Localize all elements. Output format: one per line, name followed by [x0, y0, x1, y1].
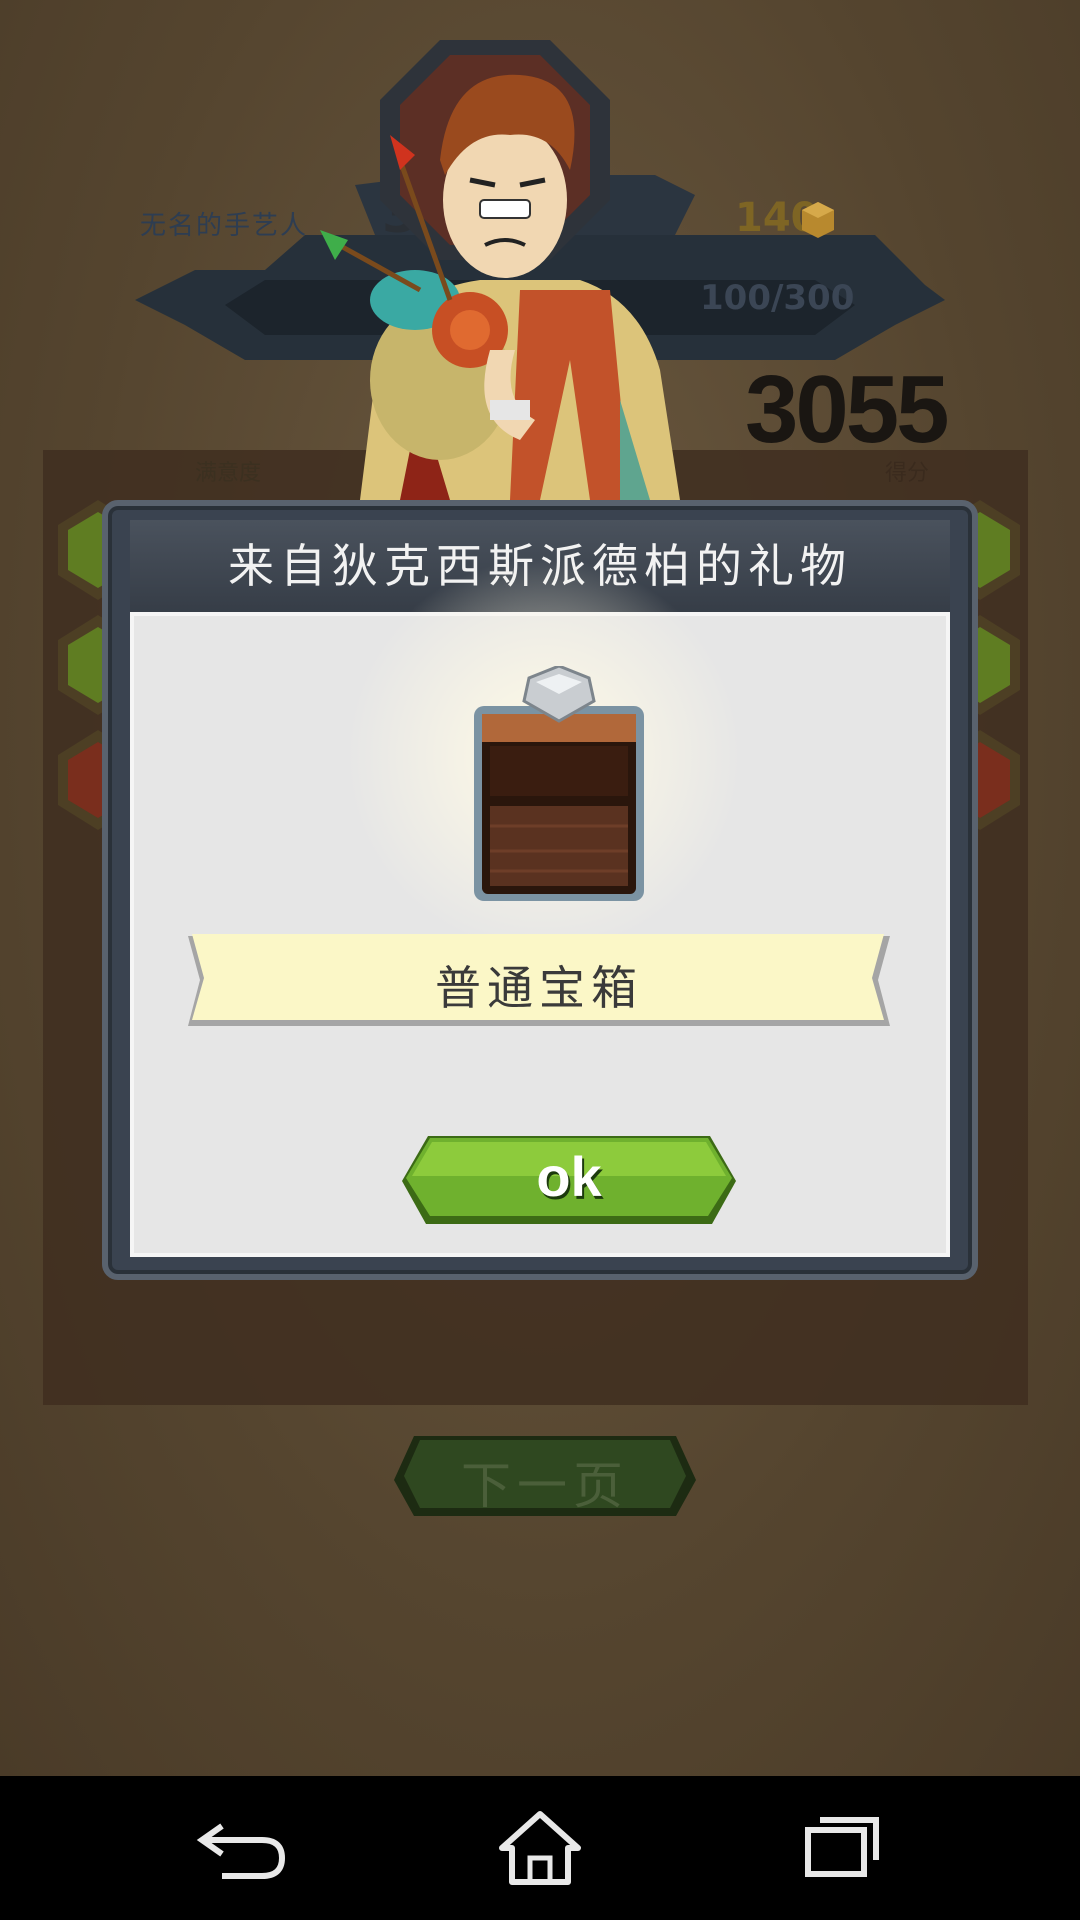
recents-icon[interactable] [780, 1808, 900, 1888]
reward-name: 普通宝箱 [435, 961, 643, 1015]
navigation-bar [0, 1776, 1080, 1920]
satisfaction-label: 满意度 [195, 461, 262, 486]
player-name: 无名的手艺人 [140, 211, 309, 241]
ok-button[interactable] [402, 1136, 736, 1236]
character-portrait [320, 40, 680, 500]
dialog-body: 普通宝箱 ok [130, 556, 950, 1257]
gift-dialog: 来自狄克西斯派德柏的礼物 普通宝箱 ok [102, 500, 978, 1280]
next-page-label: 下一页 [461, 1457, 629, 1515]
xp-text: 100/300 [700, 278, 855, 318]
gold-cube-icon [802, 202, 834, 238]
back-icon[interactable] [182, 1808, 302, 1888]
treasure-chest-icon [474, 666, 644, 901]
score-value: 3055 [745, 356, 950, 463]
home-icon[interactable] [480, 1808, 600, 1888]
